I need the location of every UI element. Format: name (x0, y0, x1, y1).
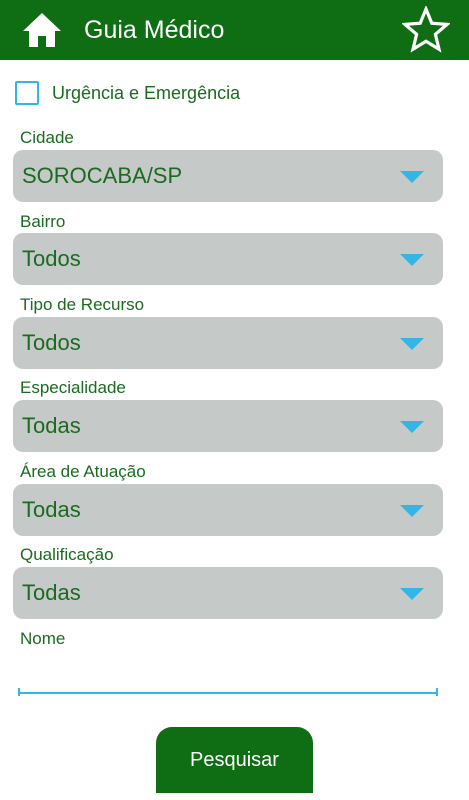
dropdown-arrow-icon (400, 588, 424, 600)
dropdown-arrow-icon (400, 505, 424, 517)
area-atuacao-select[interactable]: Todas (13, 484, 443, 536)
bairro-label: Bairro (20, 212, 66, 231)
cidade-select-value: SOROCABA/SP (22, 163, 183, 188)
emergency-checkbox[interactable] (15, 81, 39, 105)
tipo-recurso-select-value: Todos (22, 330, 81, 355)
home-icon[interactable] (22, 11, 62, 49)
dropdown-arrow-icon (400, 338, 424, 350)
especialidade-label: Especialidade (20, 378, 126, 397)
input-underline-tick (18, 688, 20, 696)
search-button[interactable]: Pesquisar (156, 727, 313, 793)
qualificacao-select-value: Todas (22, 580, 81, 605)
tipo-recurso-select[interactable]: Todos (13, 317, 443, 369)
bairro-select[interactable]: Todos (13, 233, 443, 285)
area-atuacao-select-value: Todas (22, 497, 81, 522)
dropdown-arrow-icon (400, 254, 424, 266)
dropdown-arrow-icon (400, 421, 424, 433)
page-title: Guia Médico (84, 16, 225, 44)
especialidade-select-value: Todas (22, 413, 81, 438)
nome-label: Nome (20, 629, 66, 648)
cidade-label: Cidade (20, 128, 74, 147)
bairro-select-value: Todos (22, 246, 81, 271)
emergency-checkbox-label: Urgência e Emergência (52, 83, 241, 103)
qualificacao-select[interactable]: Todas (13, 567, 443, 619)
star-icon[interactable] (402, 6, 450, 54)
especialidade-select[interactable]: Todas (13, 400, 443, 452)
nome-input[interactable] (18, 658, 438, 694)
tipo-recurso-label: Tipo de Recurso (20, 295, 145, 314)
cidade-select[interactable]: SOROCABA/SP (13, 150, 443, 202)
dropdown-arrow-icon (400, 171, 424, 183)
qualificacao-label: Qualificação (20, 545, 114, 564)
app-bar: Guia Médico (0, 0, 469, 60)
input-underline-tick (436, 688, 438, 696)
area-atuacao-label: Área de Atuação (20, 462, 146, 481)
